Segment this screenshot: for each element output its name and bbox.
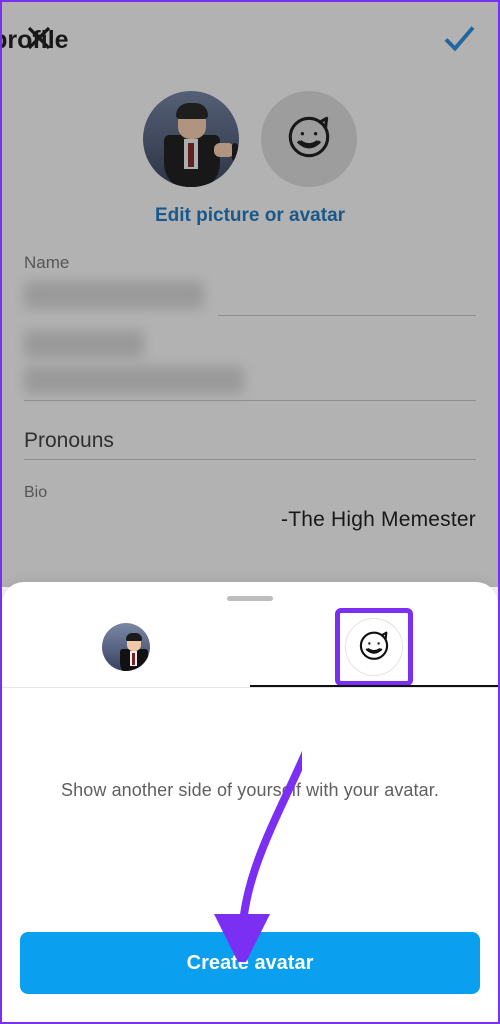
page-title: Edit profile xyxy=(0,26,69,55)
sheet-description: Show another side of yourself with your … xyxy=(28,780,472,801)
divider xyxy=(218,315,476,316)
divider xyxy=(24,400,476,401)
app-frame: Edit profile xyxy=(0,0,500,1024)
person-illustration xyxy=(158,99,230,187)
avatar-icon xyxy=(287,115,331,164)
username-field[interactable] xyxy=(24,366,244,394)
avatar-sheet: Show another side of yourself with your … xyxy=(2,582,498,1022)
profile-photo-thumb xyxy=(102,623,150,671)
tab-avatar[interactable] xyxy=(250,607,498,687)
edit-picture-link[interactable]: Edit picture or avatar xyxy=(2,205,498,227)
profile-photo[interactable] xyxy=(143,91,239,187)
check-icon[interactable] xyxy=(440,20,476,61)
avatar-icon xyxy=(359,630,390,664)
avatar-placeholder[interactable] xyxy=(261,91,357,187)
sheet-handle[interactable] xyxy=(227,596,273,601)
sheet-tabs xyxy=(2,607,498,687)
name-label: Name xyxy=(24,253,476,273)
create-avatar-button[interactable]: Create avatar xyxy=(20,932,480,994)
tab-photo[interactable] xyxy=(2,607,250,687)
pronouns-label[interactable]: Pronouns xyxy=(24,429,476,453)
bio-field[interactable]: -The High Memester xyxy=(24,508,476,532)
header: Edit profile xyxy=(2,2,498,71)
username-label-blurred xyxy=(24,330,144,358)
divider xyxy=(24,459,476,460)
name-field[interactable] xyxy=(24,281,204,309)
avatar-selector xyxy=(2,91,498,187)
bio-label: Bio xyxy=(24,484,476,502)
